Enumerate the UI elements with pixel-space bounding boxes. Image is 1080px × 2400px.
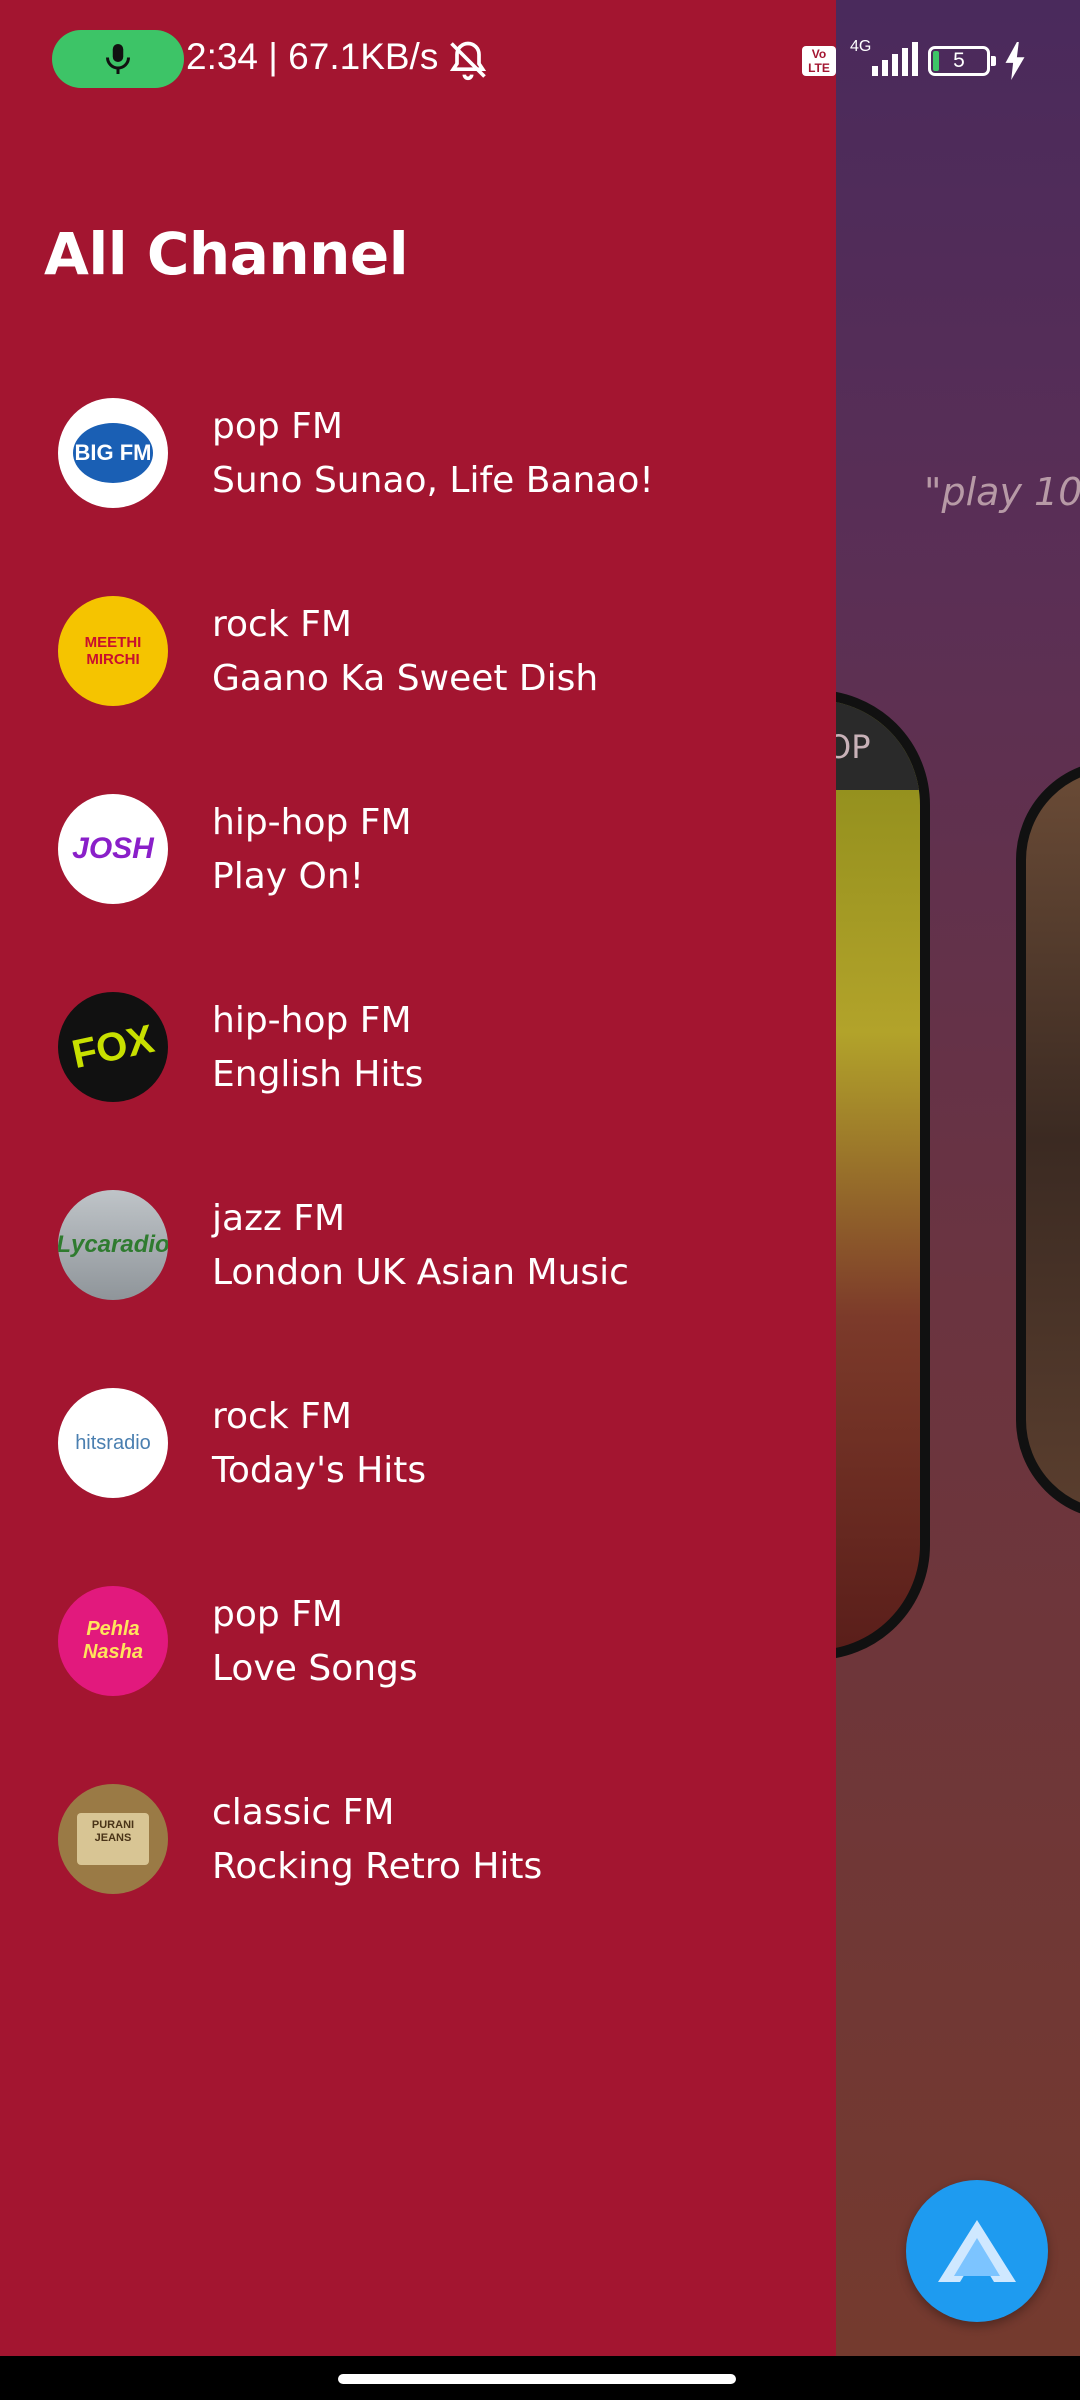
channel-list: BIG FM pop FM Suno Sunao, Life Banao! ME… [0, 392, 836, 1976]
purani-jeans-logo: PURANI JEANS [58, 1784, 168, 1894]
channel-drawer: All Channel BIG FM pop FM Suno Sunao, Li… [0, 0, 836, 2356]
home-indicator[interactable] [338, 2374, 736, 2384]
channel-tagline: Today's Hits [212, 1450, 427, 1491]
signal-strength-icon [872, 42, 918, 76]
navigation-bar [0, 2356, 1080, 2400]
channel-genre: classic FM [212, 1792, 395, 1833]
channel-tagline: Play On! [212, 856, 365, 897]
channel-tagline: Rocking Retro Hits [212, 1846, 543, 1887]
pehla-nasha-logo: Pehla Nasha [58, 1586, 168, 1696]
background-card-artwork-2 [1016, 760, 1080, 1520]
channel-item[interactable]: Pehla Nasha pop FM Love Songs [0, 1580, 836, 1778]
background-quote-text: "play 107 [924, 470, 1080, 514]
status-bar: 2:34 | 67.1KB/s Vo LTE 4G 5 [0, 0, 1080, 120]
mic-indicator[interactable] [52, 30, 184, 88]
big-fm-logo: BIG FM [58, 398, 168, 508]
mirchi-logo: MEETHI MIRCHI [58, 596, 168, 706]
status-time-speed: 2:34 | 67.1KB/s [186, 36, 439, 77]
channel-tagline: Gaano Ka Sweet Dish [212, 658, 599, 699]
channel-genre: hip-hop FM [212, 802, 412, 843]
channel-tagline: Love Songs [212, 1648, 418, 1689]
channel-genre: jazz FM [212, 1198, 346, 1239]
app-shortcut-button[interactable] [906, 2180, 1048, 2322]
battery-icon: 5 [928, 46, 996, 76]
channel-genre: rock FM [212, 604, 352, 645]
channel-item[interactable]: hitsradio rock FM Today's Hits [0, 1382, 836, 1580]
channel-tagline: London UK Asian Music [212, 1252, 629, 1293]
volte-icon: Vo LTE [802, 46, 836, 76]
lyca-radio-logo: Lycaradio [58, 1190, 168, 1300]
channel-genre: pop FM [212, 406, 343, 447]
channel-genre: hip-hop FM [212, 1000, 412, 1041]
fox-fm-logo: FOX [58, 992, 168, 1102]
channel-tagline: English Hits [212, 1054, 424, 1095]
channel-tagline: Suno Sunao, Life Banao! [212, 460, 654, 501]
channel-item[interactable]: PURANI JEANS classic FM Rocking Retro Hi… [0, 1778, 836, 1976]
charging-bolt-icon [1005, 42, 1025, 80]
drawer-title: All Channel [44, 220, 409, 288]
channel-item[interactable]: FOX hip-hop FM English Hits [0, 986, 836, 1184]
channel-item[interactable]: BIG FM pop FM Suno Sunao, Life Banao! [0, 392, 836, 590]
channel-genre: pop FM [212, 1594, 343, 1635]
bell-muted-icon [449, 41, 487, 81]
app-logo-icon [938, 2220, 1016, 2282]
battery-level: 5 [953, 49, 965, 72]
channel-item[interactable]: Lycaradio jazz FM London UK Asian Music [0, 1184, 836, 1382]
microphone-icon [106, 44, 130, 74]
josh-fm-logo: JOSH [58, 794, 168, 904]
channel-item[interactable]: JOSH hip-hop FM Play On! [0, 788, 836, 986]
channel-item[interactable]: MEETHI MIRCHI rock FM Gaano Ka Sweet Dis… [0, 590, 836, 788]
hits-radio-logo: hitsradio [58, 1388, 168, 1498]
channel-genre: rock FM [212, 1396, 352, 1437]
